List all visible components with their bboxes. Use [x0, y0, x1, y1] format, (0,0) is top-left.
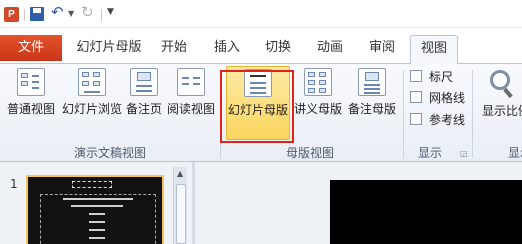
notes-master-icon [358, 68, 386, 96]
customize-toolbar-icon[interactable]: ▼ [107, 7, 114, 17]
zoom-button[interactable]: 显示比例 [480, 66, 522, 140]
thumbnail-content-placeholder [40, 194, 156, 244]
master-views-group-label: 母版视图 [285, 146, 334, 160]
gridlines-label: 网格线 [429, 91, 466, 105]
tab-insert[interactable]: 插入 [205, 35, 249, 64]
magnifier-icon [490, 70, 510, 90]
powerpoint-app-icon[interactable]: P [4, 7, 19, 22]
tab-review[interactable]: 审阅 [360, 35, 404, 64]
notes-page-label: 备注页 [125, 102, 162, 116]
zoom-group-label: 显示 [508, 146, 522, 160]
guides-label: 参考线 [429, 113, 466, 127]
reading-view-label: 阅读视图 [166, 102, 215, 116]
notes-page-icon [130, 68, 158, 96]
reading-view-button[interactable]: 阅读视图 [166, 66, 216, 140]
tab-file[interactable]: 文件 [0, 35, 62, 61]
notes-master-label: 备注母版 [347, 102, 396, 116]
tab-slide-master[interactable]: 幻灯片母版 [68, 35, 150, 64]
presentation-views-group-label: 演示文稿视图 [73, 146, 146, 160]
handout-master-button[interactable]: 讲义母版 [292, 66, 344, 140]
show-group-label: 显示 [417, 146, 442, 160]
tab-animations[interactable]: 动画 [308, 35, 352, 64]
tab-view[interactable]: 视图 [410, 35, 458, 65]
ribbon-tab-bar: 文件 幻灯片母版 开始 插入 切换 动画 审阅 视图 [0, 28, 522, 65]
normal-view-button[interactable]: 普通视图 [4, 66, 58, 140]
pane-splitter[interactable] [192, 162, 195, 244]
thumbnail-title-placeholder [72, 181, 112, 188]
slide-editing-canvas[interactable] [330, 180, 522, 244]
ruler-checkbox-box[interactable] [410, 70, 422, 82]
handout-master-icon [304, 68, 332, 96]
group-divider [472, 70, 473, 158]
toolbar-divider [24, 9, 25, 21]
scroll-up-arrow-icon[interactable]: ▲ [177, 169, 183, 178]
toolbar-divider [101, 9, 102, 21]
slide-thumbnail[interactable] [26, 175, 164, 244]
slides-pane-scrollbar[interactable]: ▲ [173, 167, 187, 244]
notes-master-button[interactable]: 备注母版 [344, 66, 400, 140]
gridlines-checkbox-box[interactable] [410, 91, 422, 103]
slide-sorter-button[interactable]: 幻灯片浏览 [60, 66, 124, 140]
magnifier-handle [503, 87, 513, 99]
normal-view-icon [17, 68, 45, 96]
notes-page-button[interactable]: 备注页 [124, 66, 164, 140]
dialog-launcher-icon[interactable]: ◲ [460, 149, 468, 158]
guides-checkbox-box[interactable] [410, 113, 422, 125]
normal-view-label: 普通视图 [6, 102, 55, 116]
save-icon[interactable] [30, 7, 44, 21]
undo-dropdown-icon[interactable]: ▼ [68, 9, 74, 18]
zoom-label: 显示比例 [482, 104, 522, 118]
handout-master-label: 讲义母版 [293, 102, 342, 116]
redo-icon[interactable]: ↻ [81, 3, 94, 21]
group-divider [403, 70, 404, 158]
slide-sorter-label: 幻灯片浏览 [61, 102, 122, 116]
scrollbar-thumb[interactable] [176, 184, 186, 244]
undo-icon[interactable]: ↶ [51, 3, 64, 21]
slide-number: 1 [10, 177, 18, 191]
tab-transitions[interactable]: 切换 [256, 35, 300, 64]
ruler-label: 标尺 [429, 70, 454, 84]
tab-home[interactable]: 开始 [152, 35, 196, 64]
workspace: 1 ▲ [0, 162, 522, 244]
quick-access-toolbar: P ↶ ▼ ↻ ▼ [0, 0, 522, 28]
slide-sorter-icon [78, 68, 106, 96]
highlight-annotation-box [220, 70, 294, 143]
reading-view-icon [177, 68, 205, 96]
